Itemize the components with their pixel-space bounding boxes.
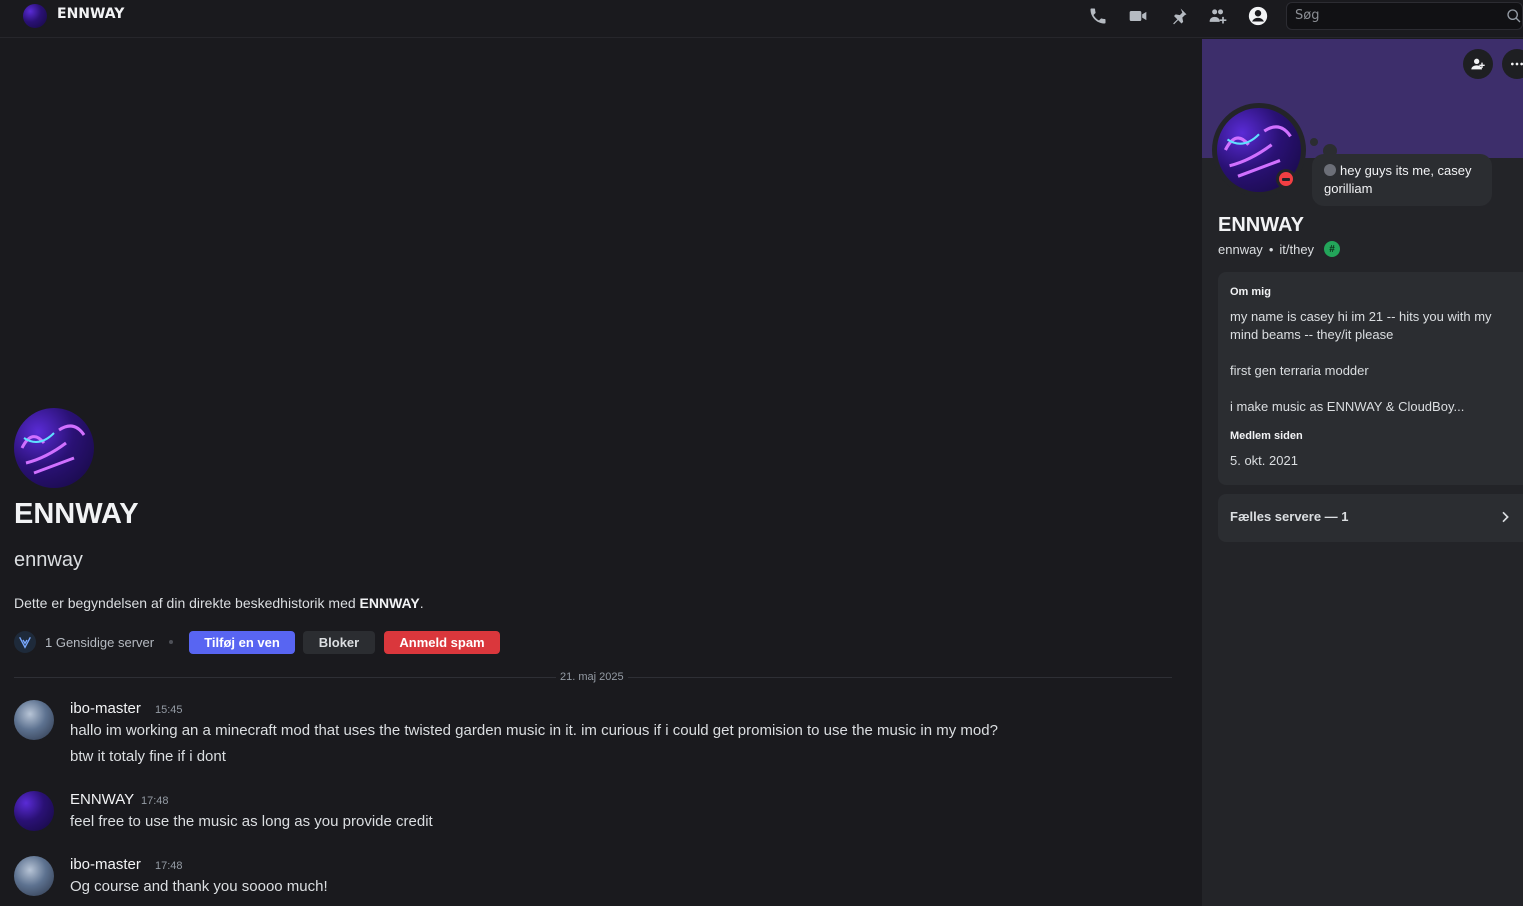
dnd-status-icon — [1276, 169, 1296, 189]
custom-status-text: hey guys its me, casey gorilliam — [1324, 163, 1472, 196]
profile-panel: hey guys its me, casey gorilliam ENNWAY … — [1202, 39, 1523, 906]
profile-handle: ennway — [1218, 241, 1263, 257]
gorilla-emoji-icon — [1324, 164, 1336, 176]
search-field[interactable] — [1286, 2, 1523, 30]
search-icon — [1506, 8, 1522, 28]
message-avatar[interactable] — [14, 856, 54, 896]
member-since-label: Medlem siden — [1230, 430, 1303, 442]
separator-dot — [169, 640, 173, 644]
about-label: Om mig — [1230, 286, 1271, 298]
hashtag-badge-icon[interactable]: # — [1324, 241, 1341, 257]
member-since-date: 5. okt. 2021 — [1230, 453, 1298, 468]
intro-name: ENNWAY — [14, 498, 139, 530]
intro-handle: ennway — [14, 549, 83, 571]
server-icon — [14, 631, 36, 653]
mutual-servers-link[interactable]: 1 Gensidige server — [14, 631, 154, 653]
message-text: btw it totaly fine if i dont — [70, 748, 226, 765]
about-card: Om mig my name is casey hi im 21 -- hits… — [1218, 272, 1523, 485]
pin-icon[interactable] — [1168, 5, 1190, 27]
add-member-icon[interactable] — [1207, 5, 1229, 27]
intro-text: Dette er begyndelsen af din direkte besk… — [14, 595, 424, 611]
separator-dot: • — [1268, 241, 1274, 257]
message-text: feel free to use the music as long as yo… — [70, 813, 433, 830]
mutual-servers-label: Fælles servere — 1 — [1230, 509, 1349, 524]
top-bar: ENNWAY — [0, 0, 1523, 38]
message-text: Og course and thank you soooo much! — [70, 878, 328, 895]
block-button[interactable]: Bloker — [303, 631, 375, 654]
message-text: hallo im working an a minecraft mod that… — [70, 722, 998, 739]
about-text: i make music as ENNWAY & CloudBoy... — [1230, 399, 1465, 414]
about-text: first gen terraria modder — [1230, 363, 1369, 378]
profile-icon[interactable] — [1247, 5, 1269, 27]
message-author[interactable]: ibo-master — [70, 856, 141, 873]
mutual-servers-row[interactable]: Fælles servere — 1 — [1218, 494, 1523, 542]
mutual-servers-label: 1 Gensidige server — [45, 634, 155, 650]
search-input[interactable] — [1295, 8, 1495, 23]
message-timestamp: 17:48 — [141, 795, 169, 807]
profile-avatar-large[interactable] — [14, 408, 94, 488]
message-author[interactable]: ibo-master — [70, 700, 141, 717]
profile-handle-row: ennway • it/they # — [1218, 241, 1341, 257]
add-friend-icon[interactable] — [1463, 49, 1493, 79]
report-spam-button[interactable]: Anmeld spam — [384, 631, 500, 654]
dm-title: ENNWAY — [57, 6, 125, 22]
phone-icon[interactable] — [1087, 5, 1109, 27]
profile-name: ENNWAY — [1218, 214, 1304, 236]
message-timestamp: 15:45 — [155, 704, 183, 716]
about-text: my name is casey hi im 21 -- hits you wi… — [1230, 309, 1492, 342]
profile-pronouns: it/they — [1279, 241, 1315, 257]
chevron-right-icon — [1497, 508, 1513, 530]
message-avatar[interactable] — [14, 700, 54, 740]
video-icon[interactable] — [1127, 5, 1149, 27]
message-author[interactable]: ENNWAY — [70, 791, 134, 808]
status-bubble-dot — [1310, 138, 1318, 146]
date-divider-label: 21. maj 2025 — [556, 671, 628, 683]
add-friend-button[interactable]: Tilføj en ven — [189, 631, 295, 654]
custom-status-bubble: hey guys its me, casey gorilliam — [1312, 154, 1492, 206]
message-avatar[interactable] — [14, 791, 54, 831]
chat-area: ENNWAY ennway Dette er begyndelsen af di… — [0, 39, 1202, 906]
dm-avatar[interactable] — [23, 4, 47, 28]
message-timestamp: 17:48 — [155, 860, 183, 872]
